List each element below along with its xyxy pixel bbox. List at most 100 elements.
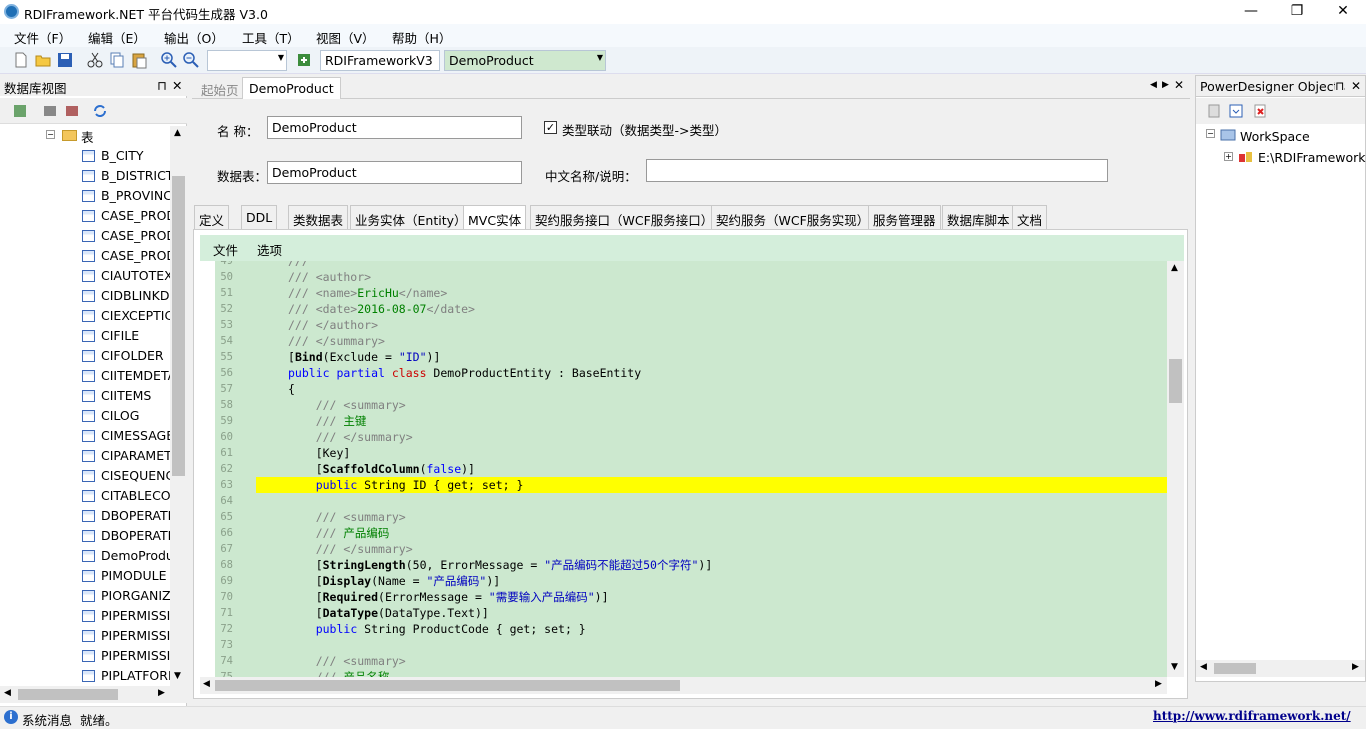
line-number: 55: [220, 351, 233, 363]
editor-menu: 文件 选项: [200, 235, 1184, 261]
database-connect-icon[interactable]: [295, 51, 313, 69]
save-icon[interactable]: [56, 51, 74, 69]
tab-scroll-left-icon[interactable]: ◀: [1150, 80, 1157, 90]
new-file-icon[interactable]: [12, 51, 30, 69]
panel-title-text: PowerDesigner Objects: [1200, 79, 1345, 94]
tree-item-label: DemoProdu: [101, 548, 170, 563]
paste-icon[interactable]: [130, 51, 148, 69]
table-label: 数据表：: [217, 169, 268, 184]
menu-edit[interactable]: 编辑（E）: [88, 28, 146, 47]
scroll-left-icon[interactable]: ◀: [1200, 662, 1207, 672]
refresh-icon[interactable]: [92, 103, 108, 119]
scrollbar-thumb[interactable]: [1169, 359, 1182, 403]
scroll-down-icon[interactable]: ▼: [174, 671, 181, 681]
editor-menu-options[interactable]: 选项: [257, 240, 282, 259]
collapse-icon[interactable]: −: [1206, 129, 1215, 138]
line-number: 66: [220, 527, 233, 539]
menu-file[interactable]: 文件（F）: [14, 28, 71, 47]
pin-icon[interactable]: ⊓: [1335, 79, 1345, 93]
name-input[interactable]: DemoProduct: [267, 116, 522, 139]
minimize-button[interactable]: —: [1228, 0, 1274, 24]
menu-view[interactable]: 视图（V）: [316, 28, 375, 47]
tab-demoproduct[interactable]: DemoProduct: [242, 77, 341, 99]
editor-menu-file[interactable]: 文件: [213, 240, 238, 259]
scroll-left-icon[interactable]: ◀: [4, 688, 11, 698]
code-text: /// 产品名称: [315, 670, 390, 677]
expand-icon[interactable]: [1228, 103, 1244, 119]
line-number: 67: [220, 543, 233, 555]
tab-start-page[interactable]: 起始页: [195, 77, 245, 99]
close-icon[interactable]: ✕: [172, 78, 182, 93]
code-vscrollbar[interactable]: ▲ ▼: [1167, 261, 1184, 677]
scroll-down-icon[interactable]: ▼: [1171, 662, 1178, 672]
right-hscrollbar[interactable]: ◀ ▶: [1196, 660, 1365, 677]
close-tab-icon[interactable]: ✕: [1174, 78, 1184, 92]
tab-class-table[interactable]: 类数据表: [288, 205, 349, 229]
tab-wcf-interface[interactable]: 契约服务接口（WCF服务接口）: [530, 205, 719, 229]
scrollbar-thumb[interactable]: [18, 689, 118, 700]
description-input[interactable]: [646, 159, 1108, 182]
remove-database-icon[interactable]: [64, 103, 80, 119]
maximize-button[interactable]: ❐: [1274, 0, 1320, 24]
menu-help[interactable]: 帮助（H）: [392, 28, 451, 47]
add-model-icon[interactable]: [1206, 103, 1222, 119]
scroll-right-icon[interactable]: ▶: [1155, 679, 1162, 689]
collapse-icon[interactable]: −: [46, 130, 55, 139]
open-folder-icon[interactable]: [34, 51, 52, 69]
tab-mvc-entity[interactable]: MVC实体: [463, 205, 527, 230]
code-text: [Required(ErrorMessage = "需要输入产品编码")]: [288, 590, 609, 604]
zoom-out-icon[interactable]: [182, 51, 200, 69]
line-number: 71: [220, 607, 233, 619]
workspace-node[interactable]: WorkSpace: [1240, 129, 1310, 144]
scroll-up-icon[interactable]: ▲: [174, 128, 181, 138]
model-file-node[interactable]: E:\RDIFramework.: [1258, 150, 1366, 165]
tab-db-script[interactable]: 数据库脚本: [942, 205, 1015, 229]
table-combo[interactable]: DemoProduct ▼: [444, 50, 606, 71]
code-editor[interactable]: 49 /// 50 /// <author> 51 /// <name>EricHu</n…: [215, 261, 1167, 677]
scrollbar-thumb[interactable]: [172, 176, 185, 476]
scroll-left-icon[interactable]: ◀: [203, 679, 210, 689]
database-icon[interactable]: [42, 103, 58, 119]
line-number: 54: [220, 335, 233, 347]
tree-hscrollbar[interactable]: ◀ ▶: [0, 686, 187, 703]
menu-tools[interactable]: 工具（T）: [242, 28, 300, 47]
tree-item-label: B_DISTRICT: [101, 168, 170, 183]
tree-vscrollbar[interactable]: ▲ ▼: [170, 126, 187, 686]
type-link-checkbox[interactable]: ✓: [544, 121, 557, 134]
website-link[interactable]: http://www.rdiframework.net/: [1153, 709, 1351, 723]
tab-ddl[interactable]: DDL: [241, 205, 278, 229]
close-button[interactable]: ✕: [1320, 0, 1366, 24]
line-number: 52: [220, 303, 233, 315]
zoom-combo[interactable]: ▼: [207, 50, 287, 71]
code-text: /// <date>2016-08-07</date>: [288, 302, 475, 316]
scroll-right-icon[interactable]: ▶: [1352, 662, 1359, 672]
scrollbar-thumb[interactable]: [215, 680, 680, 691]
tab-service-manager[interactable]: 服务管理器: [868, 205, 941, 229]
line-number: 61: [220, 447, 233, 459]
tab-definition[interactable]: 定义: [194, 205, 230, 229]
scrollbar-thumb[interactable]: [1214, 663, 1256, 674]
scroll-right-icon[interactable]: ▶: [158, 688, 165, 698]
cut-icon[interactable]: [86, 51, 104, 69]
tab-scroll-right-icon[interactable]: ▶: [1162, 80, 1169, 90]
code-hscrollbar[interactable]: ◀ ▶: [200, 677, 1167, 694]
tab-business-entity[interactable]: 业务实体（Entity）: [350, 205, 472, 229]
delete-model-icon[interactable]: [1252, 103, 1268, 119]
zoom-in-icon[interactable]: [160, 51, 178, 69]
pin-icon[interactable]: ⊓: [157, 78, 167, 93]
tab-wcf-service[interactable]: 契约服务（WCF服务实现）: [711, 205, 875, 229]
copy-icon[interactable]: [108, 51, 126, 69]
close-icon[interactable]: ✕: [1351, 79, 1362, 93]
code-text: [Key]: [288, 446, 351, 460]
scroll-up-icon[interactable]: ▲: [1171, 263, 1178, 273]
expand-icon[interactable]: +: [1224, 152, 1233, 161]
tab-document[interactable]: 文档: [1012, 205, 1048, 229]
description-label: 中文名称/说明：: [545, 169, 637, 184]
menu-output[interactable]: 输出（O）: [164, 28, 224, 47]
table-input[interactable]: DemoProduct: [267, 161, 522, 184]
table-icon: [82, 530, 95, 542]
project-combo[interactable]: RDIFrameworkV3: [320, 50, 440, 71]
line-number: 62: [220, 463, 233, 475]
add-connection-icon[interactable]: [12, 103, 28, 119]
table-combo-value: DemoProduct: [449, 53, 534, 68]
